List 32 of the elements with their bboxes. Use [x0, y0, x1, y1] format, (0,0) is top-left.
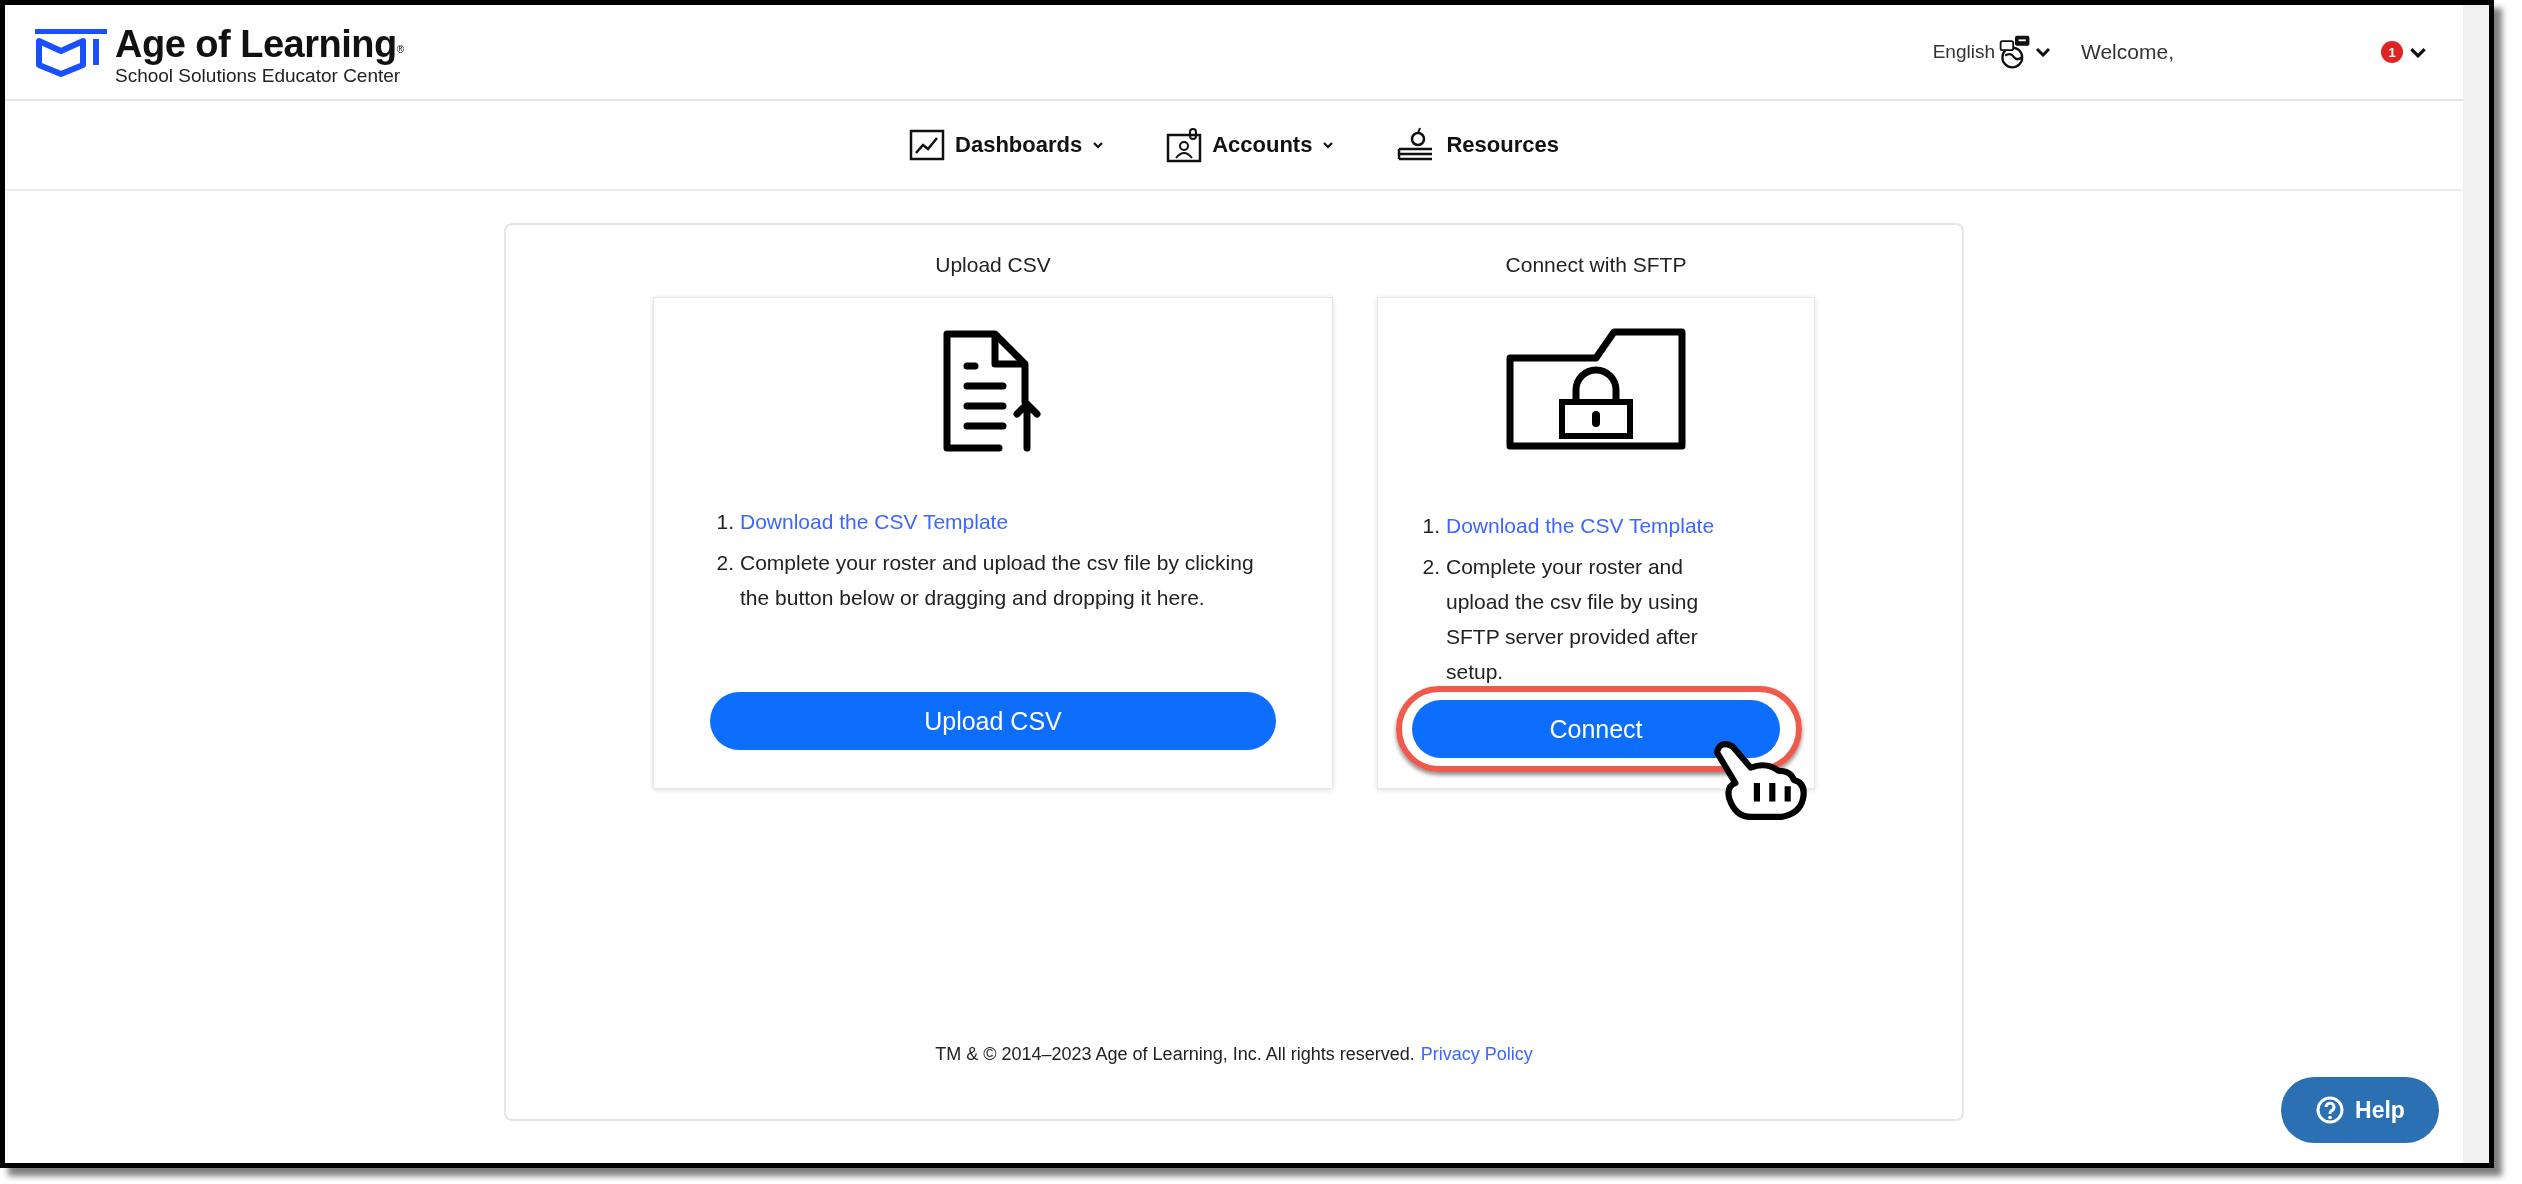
nav-item[interactable]: Accounts — [1166, 127, 1335, 163]
line-chart-icon — [909, 129, 946, 161]
section-title: Connect with SFTP — [1505, 253, 1687, 277]
upload-button[interactable]: Upload CSV — [710, 692, 1276, 750]
step-text: Complete your roster and upload the csv file by clicking the button below or dragging and dropping it here. — [740, 550, 1255, 611]
step-number: 2. — [1421, 554, 1440, 580]
nav-item[interactable]: Dashboards — [909, 129, 1105, 161]
logo-subtitle: School Solutions Educator Center — [114, 65, 402, 87]
chevron-down-icon — [2409, 46, 2427, 58]
document-upload-icon — [943, 330, 1043, 452]
nav-item[interactable]: Resources — [1396, 127, 1559, 163]
notification-badge: 1 — [2381, 41, 2403, 63]
scrollbar[interactable] — [2463, 5, 2489, 1163]
chevron-down-icon — [2035, 47, 2051, 57]
template-link[interactable]: Download the CSV Template — [740, 504, 1009, 539]
step-number: 1. — [715, 509, 734, 535]
welcome-text: Welcome, — [2081, 40, 2175, 64]
question-icon — [2315, 1095, 2346, 1125]
step-number: 1. — [1421, 513, 1440, 539]
step-text: Complete your roster and upload the csv file by using SFTP server provided after setup. — [1446, 554, 1700, 685]
account-menu[interactable]: 1 — [2381, 41, 2427, 63]
logo-icon — [35, 29, 107, 79]
language-selector[interactable]: English — [1932, 34, 2051, 70]
locked-folder-icon — [1506, 328, 1686, 450]
section-title: Upload CSV — [935, 253, 1051, 277]
template-link[interactable]: Download the CSV Template — [1446, 508, 1715, 543]
help-button[interactable]: Help — [2281, 1077, 2439, 1143]
contact-card-icon — [1166, 127, 1203, 163]
step-number: 2. — [715, 550, 734, 576]
copyright-text: TM & © 2014–2023 Age of Learning, Inc. All rights reserved. — [935, 1044, 1415, 1065]
privacy-policy-link[interactable]: Privacy Policy — [1420, 1044, 1533, 1065]
connect-button[interactable]: Connect — [1412, 700, 1780, 758]
